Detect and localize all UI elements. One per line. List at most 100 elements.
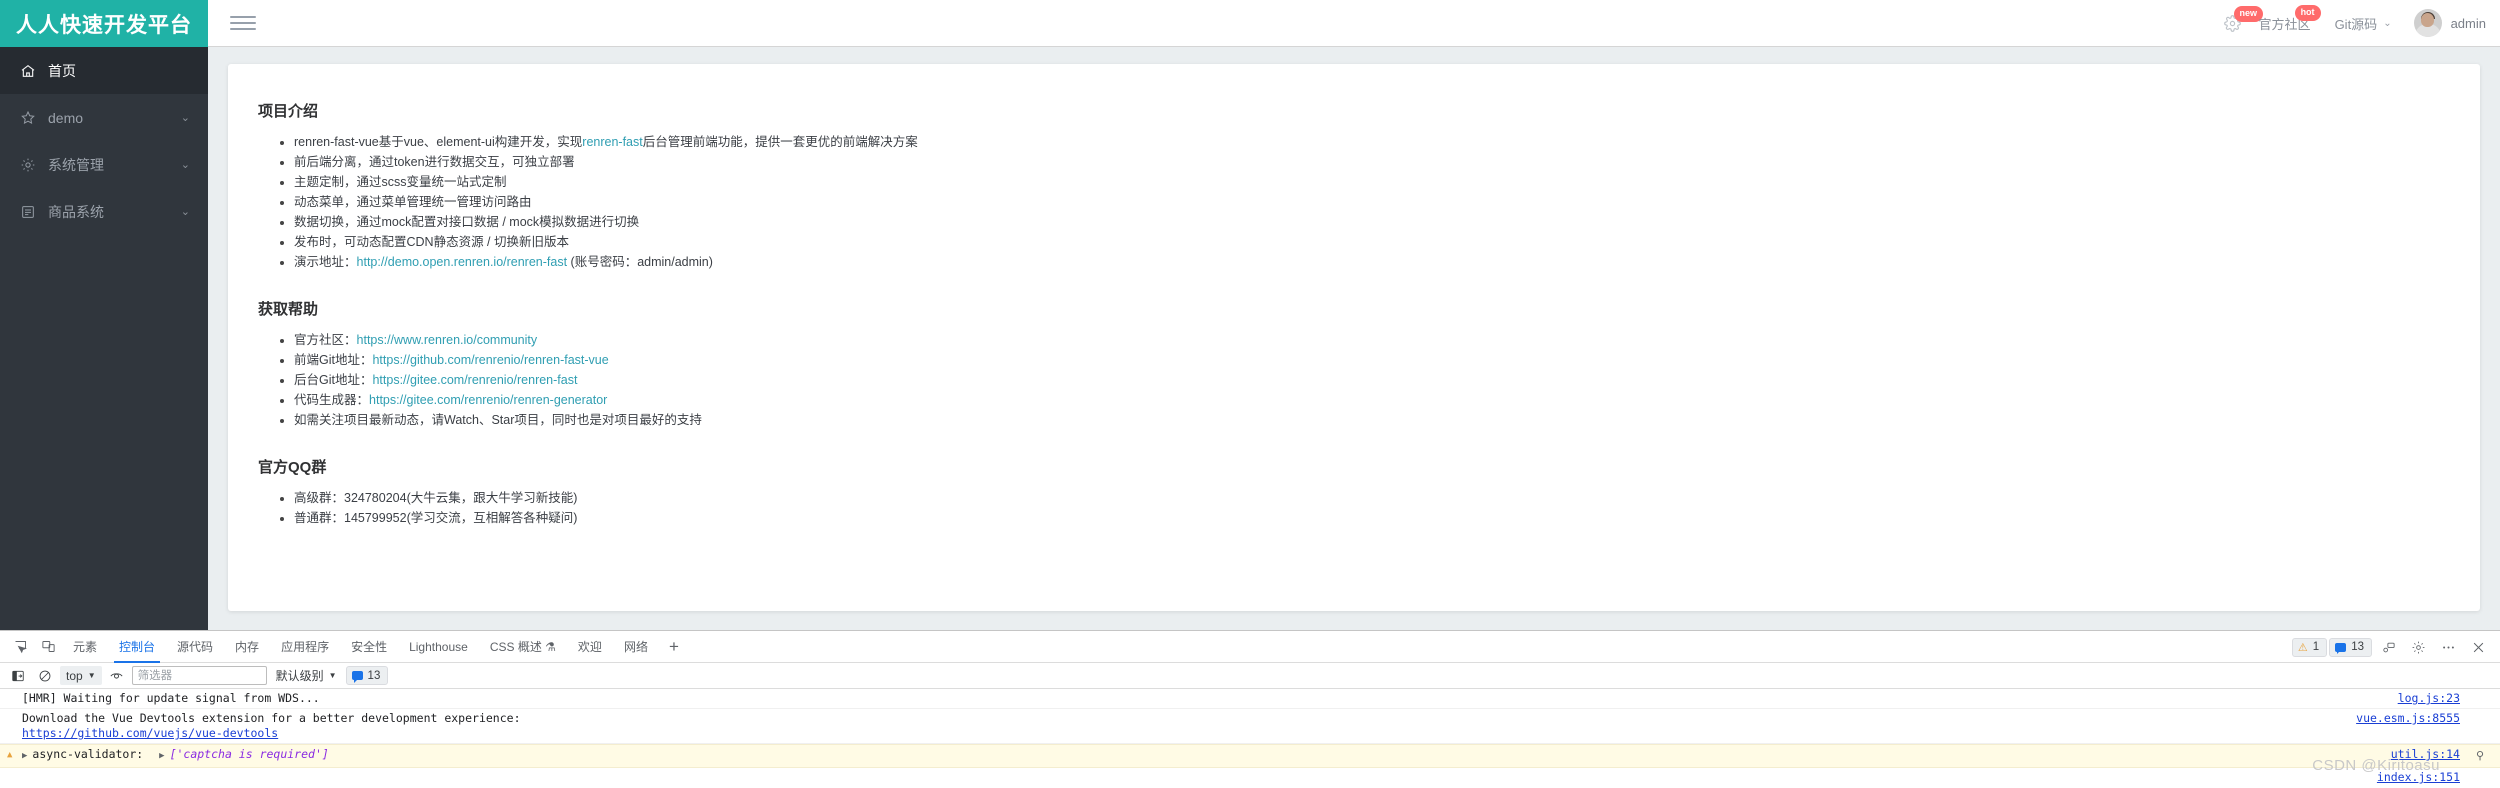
backend-git-link[interactable]: https://gitee.com/renrenio/renren-fast <box>372 373 577 387</box>
console-inline-link[interactable]: https://github.com/vuejs/vue-devtools <box>22 726 278 740</box>
gear-icon <box>18 157 37 173</box>
demo-url-link[interactable]: http://demo.open.renren.io/renren-fast <box>357 255 568 269</box>
devices-icon[interactable] <box>2374 634 2402 660</box>
tab-lighthouse[interactable]: Lighthouse <box>398 631 479 663</box>
git-source-label: Git源码 <box>2334 16 2378 32</box>
user-menu[interactable]: admin <box>2404 9 2486 37</box>
list-item: 前后端分离，通过token进行数据交互，可独立部署 <box>294 153 2450 172</box>
hot-badge: hot <box>2294 4 2321 21</box>
tab-network[interactable]: 网络 <box>613 631 659 663</box>
tab-css-overview[interactable]: CSS 概述 ⚗ <box>479 631 567 663</box>
list-item: 代码生成器：https://gitee.com/renrenio/renren-… <box>294 391 2450 410</box>
devtools-tab-bar: 元素 控制台 源代码 内存 应用程序 安全性 Lighthouse CSS 概述… <box>0 631 2500 663</box>
add-tab-button[interactable]: + <box>659 638 689 655</box>
list-item-text: 如需关注项目最新动态，请Watch、Star项目，同时也是对项目最好的支持 <box>294 413 702 427</box>
list-item-text: 主题定制，通过scss变量统一站式定制 <box>294 175 507 189</box>
tab-application[interactable]: 应用程序 <box>270 631 340 663</box>
inline-link[interactable]: renren-fast <box>582 135 642 149</box>
chevron-down-icon: ⌄ <box>180 112 190 124</box>
header-settings-button[interactable]: new <box>2212 0 2264 47</box>
message-count-badge[interactable]: 13 <box>2329 637 2372 657</box>
qq-group-list: 高级群：324780204(大牛云集，跟大牛学习新技能) 普通群：1457999… <box>294 489 2450 528</box>
device-toolbar-icon[interactable] <box>34 634 62 660</box>
app-root: 人人快速开发平台 new 官方社区 hot Git源码 ⌄ admin 首页 d… <box>0 0 2500 788</box>
page-title: 项目介绍 <box>258 103 319 120</box>
sidebar-nav: 首页 demo ⌄ 系统管理 ⌄ 商品系统 ⌄ <box>0 47 208 630</box>
more-options-icon[interactable] <box>2434 634 2462 660</box>
js-context-selector[interactable]: top ▼ <box>60 666 102 685</box>
devtools-panel: 元素 控制台 源代码 内存 应用程序 安全性 Lighthouse CSS 概述… <box>0 630 2500 788</box>
list-item-text: 动态菜单，通过菜单管理统一管理访问路由 <box>294 195 532 209</box>
list-item-text-post: 后台管理前端功能，提供一套更优的前端解决方案 <box>642 135 918 149</box>
clear-console-icon[interactable] <box>33 665 57 687</box>
community-url-link[interactable]: https://www.renren.io/community <box>357 333 538 347</box>
tab-console[interactable]: 控制台 <box>108 631 166 663</box>
console-warning-label: async-validator: <box>32 747 144 761</box>
console-row-vue-devtools: Download the Vue Devtools extension for … <box>0 709 2500 744</box>
chevron-down-icon: ▼ <box>87 671 96 680</box>
console-message-text: [HMR] Waiting for update signal from WDS… <box>22 691 320 705</box>
live-expression-icon[interactable] <box>105 665 129 687</box>
sidebar-item-label: demo <box>48 109 84 126</box>
console-sidebar-icon[interactable] <box>6 665 30 687</box>
console-source-link[interactable]: vue.esm.js:8555 <box>2356 711 2460 726</box>
list-item: renren-fast-vue基于vue、element-ui构建开发，实现re… <box>294 133 2450 152</box>
settings-gear-icon[interactable] <box>2404 634 2432 660</box>
list-item-text: 官方社区： <box>294 333 357 347</box>
menu-toggle-icon[interactable] <box>230 12 256 34</box>
log-level-selector[interactable]: 默认级别 ▼ <box>270 667 343 684</box>
console-source-link[interactable]: log.js:23 <box>2398 691 2460 706</box>
list-item: 普通群：145799952(学习交流，互相解答各种疑问) <box>294 509 2450 528</box>
tab-elements[interactable]: 元素 <box>62 631 108 663</box>
filter-input[interactable] <box>131 666 267 685</box>
search-icon[interactable]: ⚲ <box>2476 748 2484 763</box>
toolbar-message-count-badge[interactable]: 13 <box>345 666 389 685</box>
list-item-text: 高级群：324780204(大牛云集，跟大牛学习新技能) <box>294 491 578 505</box>
list-item-text: 后台Git地址： <box>294 373 373 387</box>
log-level-value: 默认级别 <box>275 669 324 683</box>
warning-triangle-icon: ▲ <box>7 750 13 760</box>
warning-count-badge[interactable]: ⚠ 1 <box>2291 637 2328 657</box>
git-source-dropdown[interactable]: Git源码 ⌄ <box>2323 0 2404 47</box>
close-icon[interactable] <box>2464 634 2492 660</box>
generator-link[interactable]: https://gitee.com/renrenio/renren-genera… <box>369 393 607 407</box>
list-item: 主题定制，通过scss变量统一站式定制 <box>294 173 2450 192</box>
official-community-link[interactable]: 官方社区 hot <box>2247 0 2323 47</box>
inspect-element-icon[interactable] <box>6 634 34 660</box>
app-brand-title: 人人快速开发平台 <box>0 0 208 47</box>
tab-security[interactable]: 安全性 <box>340 631 398 663</box>
speech-bubble-icon <box>2335 642 2347 654</box>
console-message-text: Download the Vue Devtools extension for … <box>22 711 521 725</box>
console-source-link[interactable]: index.js:151 <box>2377 770 2460 785</box>
sidebar-item-demo[interactable]: demo ⌄ <box>0 94 208 141</box>
sidebar-item-home[interactable]: 首页 <box>0 47 208 94</box>
chevron-down-icon: ⌄ <box>180 159 190 171</box>
frontend-git-link[interactable]: https://github.com/renrenio/renren-fast-… <box>372 353 608 367</box>
speech-bubble-icon <box>351 671 363 683</box>
document-icon <box>18 204 37 220</box>
sidebar-item-label: 首页 <box>48 62 76 79</box>
section-title-help: 获取帮助 <box>258 301 319 318</box>
expand-arrow-icon[interactable]: ▶ <box>22 749 27 764</box>
list-item: 后台Git地址：https://gitee.com/renrenio/renre… <box>294 371 2450 390</box>
tab-sources[interactable]: 源代码 <box>166 631 224 663</box>
home-icon <box>18 63 37 79</box>
sidebar-item-label: 系统管理 <box>48 156 104 173</box>
list-item-text: 前端Git地址： <box>294 353 373 367</box>
console-source-link[interactable]: util.js:14 <box>2391 747 2460 762</box>
sidebar-item-product-system[interactable]: 商品系统 ⌄ <box>0 188 208 235</box>
list-item-text: 演示地址： <box>294 255 357 269</box>
help-list: 官方社区：https://www.renren.io/community 前端G… <box>294 331 2450 430</box>
star-icon <box>18 110 37 126</box>
sidebar-item-label: 商品系统 <box>48 203 104 220</box>
chevron-down-icon: ⌄ <box>2383 17 2392 29</box>
console-warning-value: ['captcha is required'] <box>169 747 329 761</box>
sidebar-item-system-management[interactable]: 系统管理 ⌄ <box>0 141 208 188</box>
list-item: 动态菜单，通过菜单管理统一管理访问路由 <box>294 193 2450 212</box>
console-message-list: [HMR] Waiting for update signal from WDS… <box>0 689 2500 787</box>
tab-memory[interactable]: 内存 <box>224 631 270 663</box>
tab-welcome[interactable]: 欢迎 <box>567 631 613 663</box>
expand-array-arrow-icon[interactable]: ▶ <box>159 749 164 764</box>
top-header-bar: 人人快速开发平台 new 官方社区 hot Git源码 ⌄ admin <box>0 0 2500 47</box>
main-content-area: 项目介绍 renren-fast-vue基于vue、element-ui构建开发… <box>208 47 2500 630</box>
